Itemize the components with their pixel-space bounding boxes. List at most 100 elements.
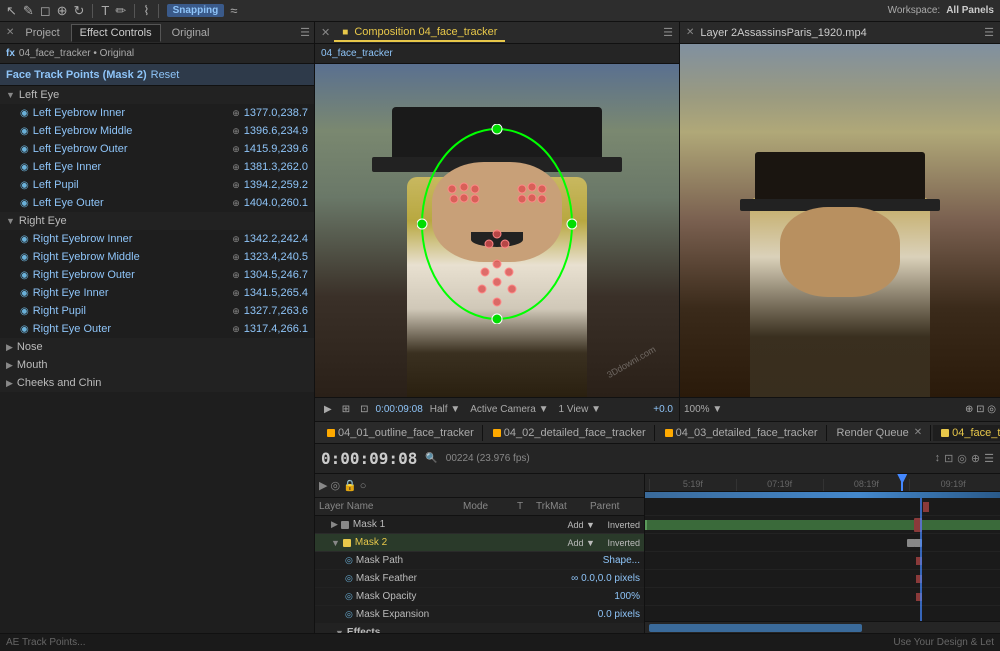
snapping-options-icon[interactable]: ≈ (230, 3, 237, 18)
tab-composition[interactable]: ■ Composition 04_face_tracker (334, 24, 505, 42)
tab-dot-5 (941, 429, 949, 437)
hscroll-thumb[interactable] (649, 624, 862, 632)
left-panel: ✕ Project Effect Controls Original ☰ fx … (0, 22, 315, 633)
timeline-ctrl-5[interactable]: ☰ (984, 452, 994, 465)
brush-tool-icon[interactable]: ✏ (115, 3, 126, 19)
tab-face-tracker[interactable]: 04_face_tracker ✕ (933, 425, 1000, 441)
status-text-left: AE Track Points... (6, 637, 85, 648)
timeline-ctrl-2[interactable]: ⊡ (944, 452, 953, 465)
table-row[interactable]: ◎ Mask Expansion 0.0 pixels (315, 606, 644, 624)
group-label-mouth: Mouth (17, 359, 48, 371)
track-coord: 1342.2,242.4 (244, 233, 308, 245)
comp-tab-bar: ✕ ■ Composition 04_face_tracker ☰ (315, 22, 679, 44)
list-item[interactable]: ◉ Right Eyebrow Middle ⊕ 1323.4,240.5 (0, 248, 314, 266)
track-points-list[interactable]: ▼ Left Eye ◉ Left Eyebrow Inner ⊕ 1377.0… (0, 86, 314, 633)
tl-lock-icon[interactable]: 🔒 (343, 479, 357, 492)
track-row-effects (645, 606, 1000, 621)
mask-opacity-value: 100% (614, 591, 640, 602)
table-row[interactable]: ◎ Mask Path Shape... (315, 552, 644, 570)
tab-effect-controls[interactable]: Effect Controls (71, 24, 161, 42)
timeline-hscroll[interactable] (645, 621, 1000, 633)
track-icon: ◉ (20, 288, 29, 299)
list-item[interactable]: ◉ Left Eyebrow Inner ⊕ 1377.0,238.7 (0, 104, 314, 122)
table-row[interactable]: ▼ Mask 2 Add ▼ Inverted (315, 534, 644, 552)
timeline-tab-bar: 04_01_outline_face_tracker 04_02_detaile… (315, 422, 1000, 444)
tl-shy-icon[interactable]: ○ (360, 480, 367, 492)
keyframe-area[interactable] (645, 498, 1000, 621)
timeline-ctrl-3[interactable]: ◎ (957, 452, 967, 465)
comp-play-btn[interactable]: ▶ (321, 403, 335, 416)
group-mouth[interactable]: ▶ Mouth (0, 356, 314, 374)
list-item[interactable]: ◉ Left Eye Outer ⊕ 1404.0,260.1 (0, 194, 314, 212)
group-nose[interactable]: ▶ Nose (0, 338, 314, 356)
comp-panel-close[interactable]: ✕ (321, 26, 330, 39)
list-item[interactable]: ◉ Left Pupil ⊕ 1394.2,259.2 (0, 176, 314, 194)
rotation-tool-icon[interactable]: ↻ (74, 3, 85, 19)
coord-icon: ⊕ (232, 126, 240, 137)
layer-expand-icon[interactable]: ▶ (331, 519, 338, 530)
table-row[interactable]: ▶ Mask 1 Add ▼ Inverted (315, 516, 644, 534)
track-coord: 1327.7,263.6 (244, 305, 308, 317)
render-queue-close[interactable]: ✕ (914, 427, 922, 438)
search-icon[interactable]: 🔍 (425, 453, 437, 464)
track-row-mask1 (645, 498, 1000, 516)
panel-menu-icon[interactable]: ☰ (300, 26, 310, 39)
comp-preview-btn[interactable]: ⊞ (339, 403, 353, 416)
snapping-badge[interactable]: Snapping (167, 4, 225, 17)
group-right-eye[interactable]: ▼ Right Eye (0, 212, 314, 230)
graph-tool-icon[interactable]: ⌇ (143, 3, 149, 19)
fps-label: 00224 (23.976 fps) (446, 453, 530, 464)
text-tool-icon[interactable]: T (101, 3, 109, 18)
layer-panel-close[interactable]: ✕ (686, 27, 694, 38)
keyframe-opacity (916, 575, 922, 583)
comp-view-count-select[interactable]: 1 View ▼ (556, 403, 605, 416)
tab-original[interactable]: Original (163, 24, 219, 42)
tl-solo-icon[interactable]: ◎ (330, 479, 340, 492)
list-item[interactable]: ◉ Left Eyebrow Outer ⊕ 1415.9,239.6 (0, 140, 314, 158)
pen-tool-icon[interactable]: ✎ (23, 3, 34, 19)
layer-face (780, 207, 900, 297)
track-name: Left Eye Outer (33, 197, 232, 209)
table-row[interactable]: ▼ Effects (315, 624, 644, 633)
tl-expand-icon[interactable]: ▶ (319, 479, 327, 492)
table-row[interactable]: ◎ Mask Feather ∞ 0.0,0.0 pixels (315, 570, 644, 588)
tl-layer-list[interactable]: ▶ Mask 1 Add ▼ Inverted ▼ Mask 2 Add ▼ (315, 516, 644, 633)
mask-path-value: Shape... (603, 555, 640, 566)
comp-resolution-btn[interactable]: ⊡ (357, 403, 371, 416)
group-left-eye[interactable]: ▼ Left Eye (0, 86, 314, 104)
track-coord: 1323.4,240.5 (244, 251, 308, 263)
list-item[interactable]: ◉ Right Pupil ⊕ 1327.7,263.6 (0, 302, 314, 320)
table-row[interactable]: ◎ Mask Opacity 100% (315, 588, 644, 606)
list-item[interactable]: ◉ Right Eyebrow Outer ⊕ 1304.5,246.7 (0, 266, 314, 284)
tab-detailed-tracker-1[interactable]: 04_02_detailed_face_tracker (485, 425, 655, 441)
list-item[interactable]: ◉ Right Eye Outer ⊕ 1317.4,266.1 (0, 320, 314, 338)
panel-close-icon[interactable]: ✕ (6, 27, 14, 38)
keyframe-mark-mask2 (914, 518, 922, 532)
tab-outline-tracker[interactable]: 04_01_outline_face_tracker (319, 425, 483, 441)
select-tool-icon[interactable]: ↖ (6, 3, 17, 19)
comp-panel-menu[interactable]: ☰ (663, 26, 673, 39)
tab-project[interactable]: Project (16, 24, 68, 42)
list-item[interactable]: ◉ Right Eyebrow Inner ⊕ 1342.2,242.4 (0, 230, 314, 248)
tab-render-queue[interactable]: Render Queue ✕ (829, 425, 932, 441)
layer-expand-icon[interactable]: ▼ (331, 538, 340, 548)
shape-tool-icon[interactable]: ◻ (40, 3, 51, 19)
track-coord: 1404.0,260.1 (244, 197, 308, 209)
tab-detailed-tracker-2[interactable]: 04_03_detailed_face_tracker (657, 425, 827, 441)
workspace-value[interactable]: All Panels (946, 5, 994, 16)
status-bar: AE Track Points... Use Your Design & Let (0, 633, 1000, 651)
list-item[interactable]: ◉ Left Eyebrow Middle ⊕ 1396.6,234.9 (0, 122, 314, 140)
comp-quality-select[interactable]: Half ▼ (427, 403, 463, 416)
tab-layer[interactable]: Layer 2AssassinsParis_1920.mp4 (694, 25, 872, 41)
camera-tool-icon[interactable]: ⊕ (57, 3, 68, 19)
timeline-ctrl-4[interactable]: ⊕ (971, 452, 980, 465)
list-item[interactable]: ◉ Left Eye Inner ⊕ 1381.3,262.0 (0, 158, 314, 176)
face-track-reset-btn[interactable]: Reset (151, 69, 180, 81)
layer-panel-menu[interactable]: ☰ (984, 26, 994, 39)
timeline-tab-label-3: 04_03_detailed_face_tracker (676, 427, 818, 439)
group-cheeks[interactable]: ▶ Cheeks and Chin (0, 374, 314, 392)
comp-camera-select[interactable]: Active Camera ▼ (467, 403, 551, 416)
list-item[interactable]: ◉ Right Eye Inner ⊕ 1341.5,265.4 (0, 284, 314, 302)
timeline-ctrl-1[interactable]: ↕ (935, 452, 941, 465)
layer-inverted-mask1: Inverted (607, 520, 640, 530)
